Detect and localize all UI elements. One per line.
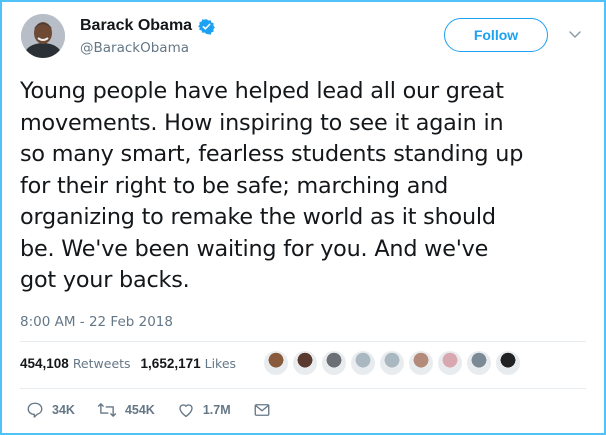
follow-button[interactable]: Follow bbox=[444, 18, 548, 52]
liker-avatar-9[interactable] bbox=[496, 351, 520, 375]
tweet-timestamp[interactable]: 8:00 AM - 22 Feb 2018 bbox=[20, 314, 173, 330]
avatar-image bbox=[21, 14, 65, 58]
liker-avatar-3[interactable] bbox=[322, 351, 346, 375]
heart-icon[interactable] bbox=[177, 401, 195, 419]
like-count: 1.7M bbox=[202, 403, 231, 417]
reply-icon[interactable] bbox=[26, 401, 44, 419]
name-row: Barack Obama bbox=[80, 17, 215, 35]
tweet-frame: Barack Obama @BarackObama Follow Young p… bbox=[0, 0, 606, 435]
liker-avatar-1[interactable] bbox=[264, 351, 288, 375]
like-action[interactable]: 1.7M bbox=[177, 401, 231, 419]
divider bbox=[20, 341, 586, 342]
likes-label[interactable]: Likes bbox=[205, 356, 236, 371]
chevron-down-icon[interactable] bbox=[567, 26, 583, 42]
liker-avatars bbox=[264, 351, 520, 375]
envelope-icon[interactable] bbox=[253, 401, 271, 419]
display-name[interactable]: Barack Obama bbox=[80, 17, 192, 35]
user-handle[interactable]: @BarackObama bbox=[80, 40, 189, 56]
retweets-label[interactable]: Retweets bbox=[73, 356, 131, 371]
liker-avatar-5[interactable] bbox=[380, 351, 404, 375]
liker-avatar-7[interactable] bbox=[438, 351, 462, 375]
tweet-text: Young people have helped lead all our gr… bbox=[20, 78, 524, 293]
liker-avatar-4[interactable] bbox=[351, 351, 375, 375]
divider bbox=[20, 388, 586, 389]
direct-message-action[interactable] bbox=[253, 401, 271, 419]
verified-badge-icon bbox=[198, 18, 215, 35]
action-bar: 34K 454K 1.7M bbox=[26, 401, 293, 419]
retweet-action[interactable]: 454K bbox=[97, 401, 155, 419]
reply-action[interactable]: 34K bbox=[26, 401, 75, 419]
avatar[interactable] bbox=[21, 14, 65, 58]
retweets-count[interactable]: 454,108 bbox=[20, 356, 69, 371]
likes-count[interactable]: 1,652,171 bbox=[141, 356, 201, 371]
reply-count: 34K bbox=[52, 403, 75, 417]
liker-avatar-2[interactable] bbox=[293, 351, 317, 375]
engagement-stats: 454,108 Retweets 1,652,171 Likes bbox=[20, 356, 246, 371]
retweet-count: 454K bbox=[124, 403, 155, 417]
liker-avatar-8[interactable] bbox=[467, 351, 491, 375]
liker-avatar-6[interactable] bbox=[409, 351, 433, 375]
retweet-icon[interactable] bbox=[97, 401, 117, 419]
